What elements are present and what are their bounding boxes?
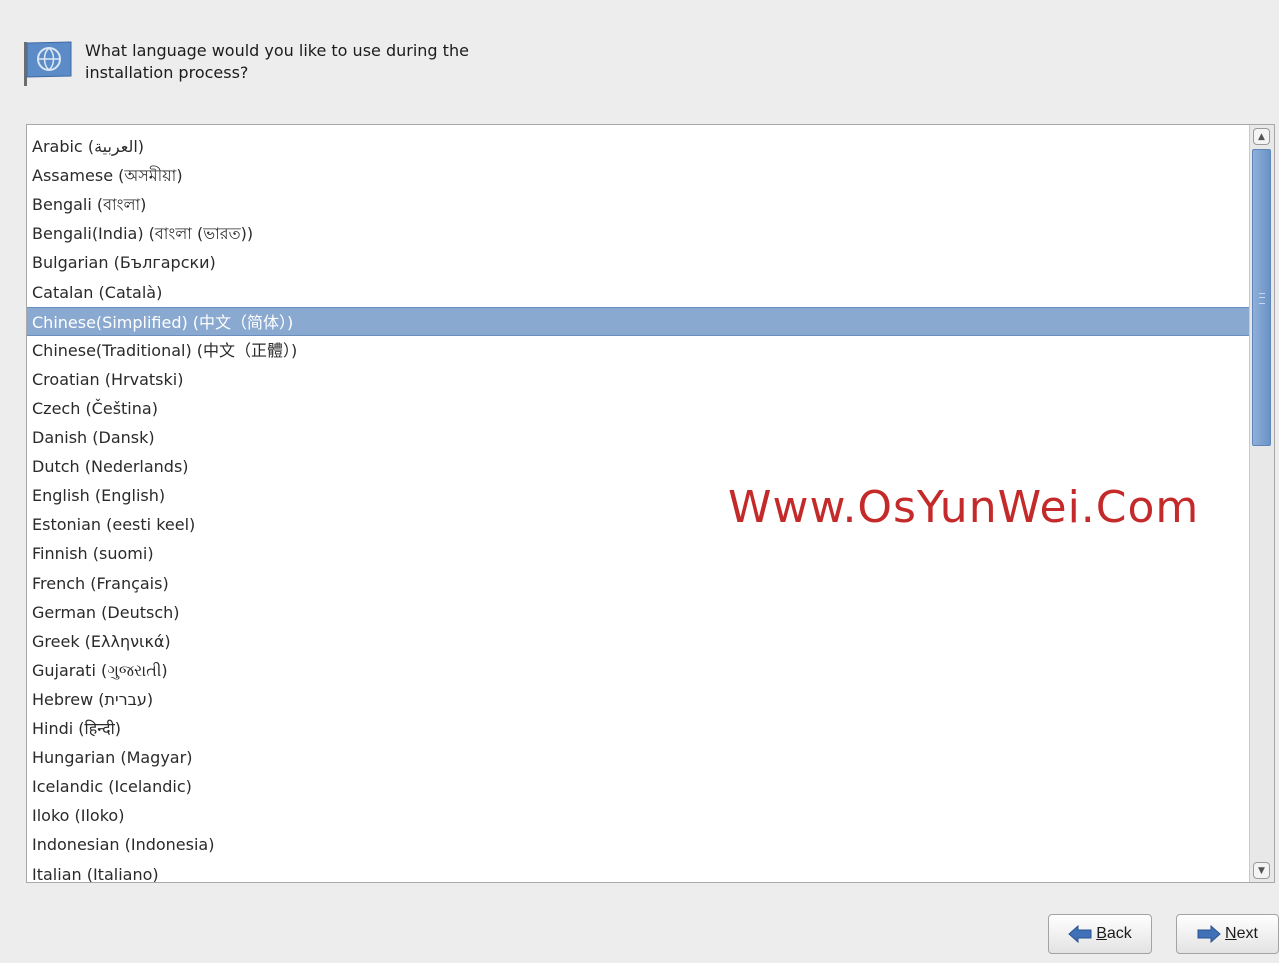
watermark: Www.OsYunWei.Com bbox=[728, 482, 1200, 533]
language-option[interactable]: Arabic (العربية) bbox=[27, 132, 1249, 161]
language-option[interactable]: Icelandic (Icelandic) bbox=[27, 772, 1249, 801]
language-option[interactable]: Finnish (suomi) bbox=[27, 539, 1249, 568]
language-option[interactable]: Greek (Ελληνικά) bbox=[27, 627, 1249, 656]
language-option[interactable]: French (Français) bbox=[27, 569, 1249, 598]
scroll-down-button[interactable]: ▼ bbox=[1253, 862, 1270, 879]
language-prompt: What language would you like to use duri… bbox=[85, 41, 469, 82]
language-option[interactable]: Hindi (हिन्दी) bbox=[27, 714, 1249, 743]
language-option[interactable]: Bengali (বাংলা) bbox=[27, 190, 1249, 219]
scroll-up-button[interactable]: ▲ bbox=[1253, 128, 1270, 145]
language-option[interactable]: Chinese(Traditional) (中文（正體）) bbox=[27, 336, 1249, 365]
language-option[interactable]: Danish (Dansk) bbox=[27, 423, 1249, 452]
language-option[interactable]: Iloko (Iloko) bbox=[27, 801, 1249, 830]
arrow-left-icon bbox=[1068, 925, 1092, 943]
grip-icon bbox=[1259, 293, 1265, 304]
language-option[interactable]: Dutch (Nederlands) bbox=[27, 452, 1249, 481]
language-option[interactable]: Hebrew (עברית) bbox=[27, 685, 1249, 714]
back-button[interactable]: Back bbox=[1048, 914, 1152, 954]
language-option[interactable]: Catalan (Català) bbox=[27, 278, 1249, 307]
globe-flag-icon bbox=[24, 41, 72, 86]
scrollbar-thumb[interactable] bbox=[1252, 149, 1271, 446]
back-button-label: Back bbox=[1096, 925, 1132, 942]
language-option[interactable]: Bulgarian (Български) bbox=[27, 248, 1249, 277]
language-option[interactable]: Croatian (Hrvatski) bbox=[27, 365, 1249, 394]
language-option[interactable]: German (Deutsch) bbox=[27, 598, 1249, 627]
language-option[interactable]: Bengali(India) (বাংলা (ভারত)) bbox=[27, 219, 1249, 248]
language-option[interactable]: Czech (Čeština) bbox=[27, 394, 1249, 423]
language-option[interactable]: Indonesian (Indonesia) bbox=[27, 830, 1249, 859]
language-option[interactable]: Hungarian (Magyar) bbox=[27, 743, 1249, 772]
arrow-right-icon bbox=[1197, 925, 1221, 943]
language-option[interactable]: Assamese (অসমীয়া) bbox=[27, 161, 1249, 190]
next-button-label: Next bbox=[1225, 925, 1258, 942]
vertical-scrollbar[interactable]: ▲ ▼ bbox=[1249, 125, 1274, 882]
language-option[interactable]: Gujarati (ગુજરાતી) bbox=[27, 656, 1249, 685]
next-button[interactable]: Next bbox=[1176, 914, 1279, 954]
language-option[interactable]: Italian (Italiano) bbox=[27, 860, 1249, 883]
language-option[interactable]: Chinese(Simplified) (中文（简体）) bbox=[27, 306, 1249, 336]
